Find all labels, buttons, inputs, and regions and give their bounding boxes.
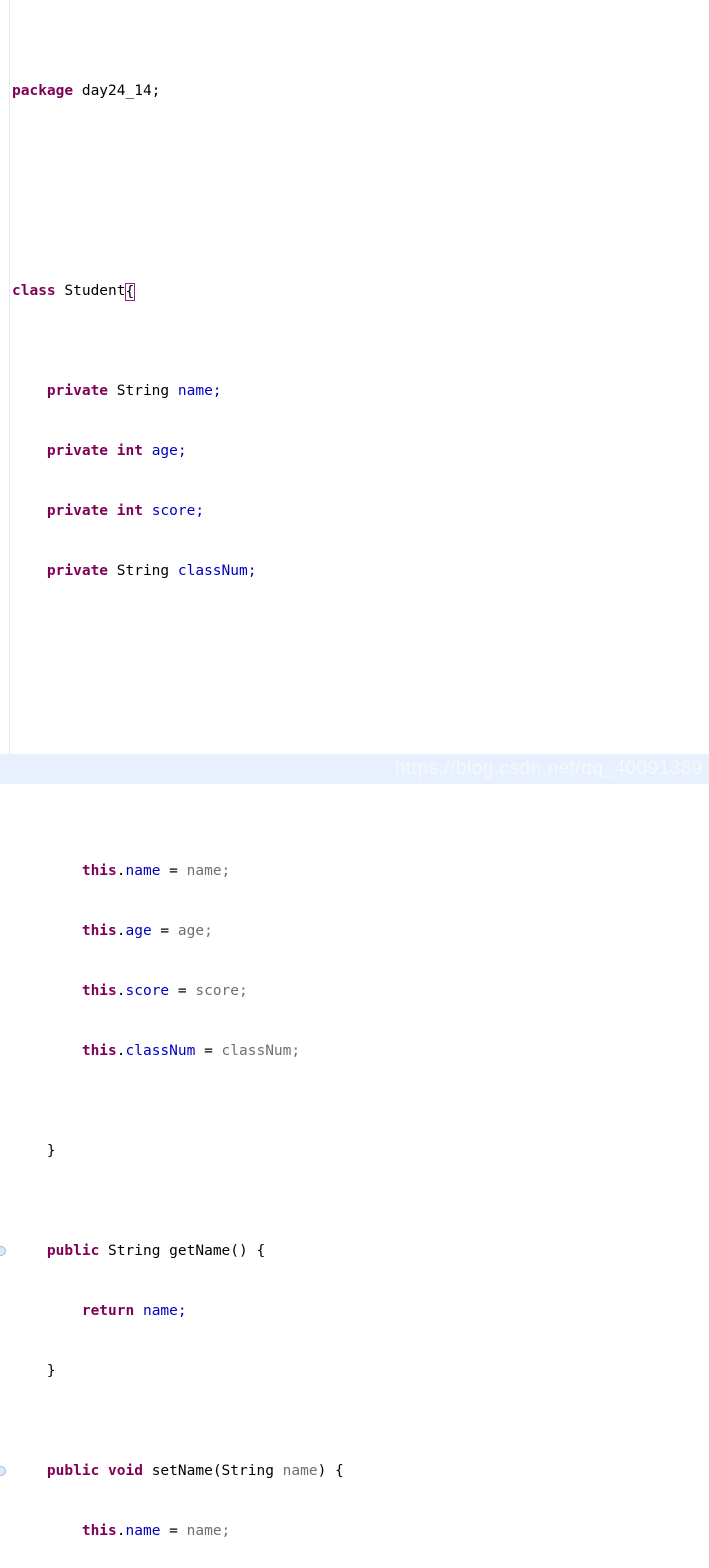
field-name: score; xyxy=(151,503,205,519)
method-open: () { xyxy=(230,1243,266,1259)
method-name: setName xyxy=(151,1463,213,1479)
dot: . xyxy=(116,863,126,879)
param-ref: classNum; xyxy=(221,1043,301,1059)
this-keyword: this xyxy=(81,1523,117,1539)
field-type: String xyxy=(116,563,170,579)
field-name: classNum; xyxy=(177,563,257,579)
code-line-blank[interactable] xyxy=(0,181,709,201)
method-modifier: public xyxy=(46,1463,100,1479)
field-ref: score xyxy=(125,983,170,999)
code-line[interactable]: } xyxy=(0,1141,709,1161)
this-keyword: this xyxy=(81,863,117,879)
fold-marker-icon[interactable] xyxy=(0,1246,6,1256)
code-line[interactable]: class Student{ xyxy=(0,281,709,301)
assign-op: = xyxy=(195,1043,222,1059)
brace-match-highlight: { xyxy=(124,283,136,301)
watermark-url: https://blog.csdn.net/qq_40091389 xyxy=(394,758,703,779)
param-ref: name; xyxy=(186,863,231,879)
assign-op: = xyxy=(169,983,196,999)
class-name: Student xyxy=(64,283,126,299)
field-modifier: private xyxy=(46,563,109,579)
assign-op: = xyxy=(160,1523,187,1539)
this-keyword: this xyxy=(81,923,117,939)
field-ref: age xyxy=(125,923,152,939)
code-line[interactable]: private String name; xyxy=(0,381,709,401)
field-ref: name xyxy=(125,1523,161,1539)
method-return-type: String xyxy=(108,1243,161,1259)
close-brace: } xyxy=(46,1363,56,1379)
method-name: getName xyxy=(169,1243,231,1259)
method-return-type: void xyxy=(108,1463,143,1479)
code-line[interactable]: private String classNum; xyxy=(0,561,709,581)
keyword-class: class xyxy=(12,283,56,299)
paren-close-brace-open: ) { xyxy=(317,1463,344,1479)
field-modifier: private xyxy=(46,503,109,519)
code-line[interactable]: return name; xyxy=(0,1301,709,1321)
code-content[interactable]: package day24_14; class Student{ private… xyxy=(0,0,709,1568)
field-modifier: private xyxy=(46,443,109,459)
code-line[interactable]: this.name = name; xyxy=(0,861,709,881)
fold-marker-icon[interactable] xyxy=(0,1466,6,1476)
code-line[interactable]: this.classNum = classNum; xyxy=(0,1041,709,1061)
code-line-blank[interactable] xyxy=(0,661,709,681)
dot: . xyxy=(116,983,126,999)
field-modifier: private xyxy=(46,383,109,399)
param-ref: age; xyxy=(177,923,213,939)
return-keyword: return xyxy=(81,1303,135,1319)
close-brace: } xyxy=(46,1143,56,1159)
field-ref: name; xyxy=(142,1303,187,1319)
assign-op: = xyxy=(160,863,187,879)
keyword-package: package xyxy=(12,83,74,99)
param-type: String xyxy=(221,1463,274,1479)
param-name: name xyxy=(282,1463,318,1479)
code-line[interactable]: this.name = name; xyxy=(0,1521,709,1541)
field-type: int xyxy=(116,443,143,459)
dot: . xyxy=(116,1043,126,1059)
code-line[interactable]: private int score; xyxy=(0,501,709,521)
code-line[interactable]: public void setName(String name) { xyxy=(0,1461,709,1481)
this-keyword: this xyxy=(81,983,117,999)
field-ref: classNum xyxy=(125,1043,196,1059)
dot: . xyxy=(116,923,126,939)
code-editor[interactable]: package day24_14; class Student{ private… xyxy=(0,0,709,1539)
this-keyword: this xyxy=(81,1043,117,1059)
package-name: day24_14; xyxy=(81,83,161,99)
dot: . xyxy=(116,1523,126,1539)
field-type: String xyxy=(116,383,170,399)
code-line[interactable]: } xyxy=(0,1361,709,1381)
code-line[interactable]: package day24_14; xyxy=(0,81,709,101)
param-ref: name; xyxy=(186,1523,231,1539)
field-ref: name xyxy=(125,863,161,879)
field-name: name; xyxy=(177,383,222,399)
code-line[interactable]: public String getName() { xyxy=(0,1241,709,1261)
code-line[interactable]: private int age; xyxy=(0,441,709,461)
code-line[interactable]: this.score = score; xyxy=(0,981,709,1001)
watermark-band: https://blog.csdn.net/qq_40091389 xyxy=(0,754,709,784)
assign-op: = xyxy=(151,923,178,939)
code-line[interactable]: this.age = age; xyxy=(0,921,709,941)
method-modifier: public xyxy=(46,1243,100,1259)
param-ref: score; xyxy=(195,983,248,999)
field-name: age; xyxy=(151,443,187,459)
field-type: int xyxy=(116,503,143,519)
paren-open: ( xyxy=(212,1463,222,1479)
